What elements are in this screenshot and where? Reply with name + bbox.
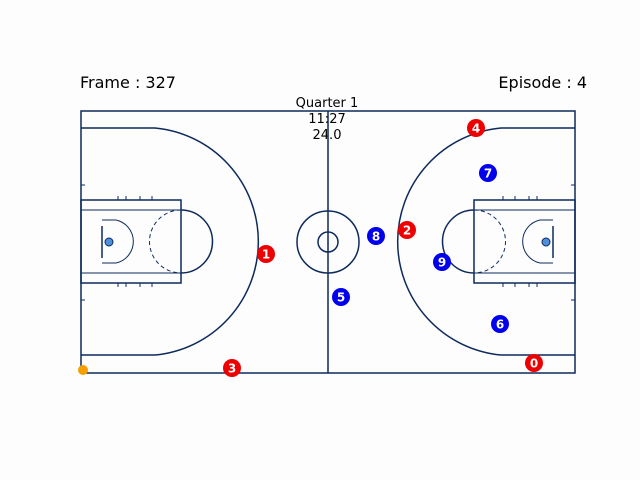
right-paint-inner [473, 209, 576, 274]
player-red-4: 4 [467, 119, 485, 137]
player-blue-5: 5 [332, 288, 350, 306]
player-blue-8: 8 [367, 227, 385, 245]
player-number: 0 [530, 357, 538, 371]
player-number: 9 [438, 256, 446, 270]
player-red-0: 0 [525, 354, 543, 372]
player-number: 7 [484, 167, 492, 181]
player-red-1: 1 [257, 245, 275, 263]
right-paint-outer [473, 199, 576, 284]
right-free-throw-arc-dashed [473, 209, 506, 274]
left-paint-inner [80, 209, 182, 274]
player-number: 1 [262, 248, 270, 262]
basketball-court: 0 1 2 3 4 5 6 7 8 9 [78, 110, 576, 377]
left-hoop [104, 237, 114, 247]
player-number: 5 [337, 291, 345, 305]
left-paint-outer [80, 199, 182, 284]
player-blue-7: 7 [479, 164, 497, 182]
player-number: 8 [372, 230, 380, 244]
ball [78, 365, 88, 375]
player-number: 6 [496, 318, 504, 332]
right-hoop [541, 237, 551, 247]
player-red-2: 2 [398, 221, 416, 239]
left-free-throw-arc-dashed [149, 209, 182, 274]
player-number: 3 [228, 362, 236, 376]
player-red-3: 3 [223, 359, 241, 377]
court-markings [80, 110, 576, 374]
left-free-throw-arc [180, 209, 214, 274]
player-blue-9: 9 [433, 253, 451, 271]
player-number: 2 [403, 224, 411, 238]
player-blue-6: 6 [491, 315, 509, 333]
player-number: 4 [472, 122, 480, 136]
